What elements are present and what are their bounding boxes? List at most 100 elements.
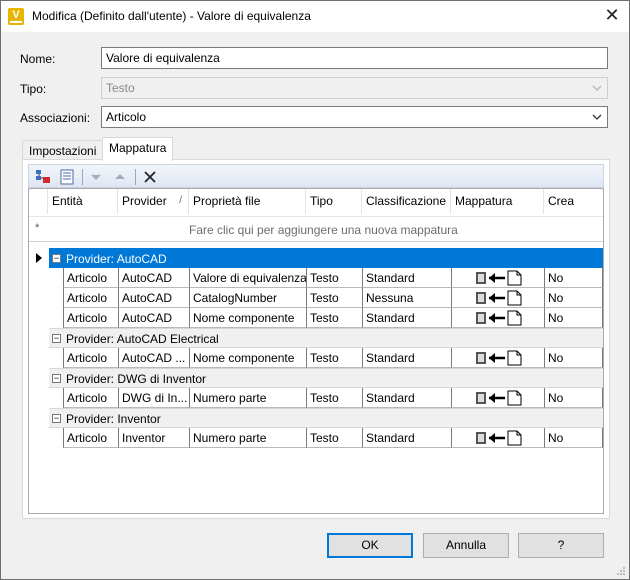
associations-value: Articolo [106, 110, 147, 124]
cell-provider: AutoCAD ... [118, 348, 189, 368]
ok-button[interactable]: OK [327, 533, 413, 558]
cell-classificazione: Nessuna [362, 288, 451, 308]
name-label: Nome: [20, 52, 56, 66]
cell-mappatura [451, 268, 544, 288]
cell-classificazione: Standard [362, 348, 451, 368]
mapping-toolbar [28, 164, 604, 188]
resize-grip-icon[interactable] [616, 566, 626, 576]
current-row-indicator-icon [36, 253, 42, 263]
table-row[interactable]: Articolo AutoCAD Nome componente Testo S… [63, 308, 603, 328]
cell-crea: No [544, 308, 603, 328]
close-icon[interactable]: ✕ [604, 6, 620, 24]
cell-provider: AutoCAD [118, 308, 189, 328]
delete-icon[interactable] [141, 168, 159, 186]
cell-mappatura [451, 348, 544, 368]
column-header-crea[interactable]: Crea [544, 189, 603, 214]
cell-proprieta-file: Nome componente [189, 348, 306, 368]
associations-dropdown[interactable]: Articolo [101, 106, 608, 128]
mapping-direction-icon [476, 390, 522, 406]
cell-entita: Articolo [63, 288, 118, 308]
new-mapping-row[interactable]: * Fare clic qui per aggiungere una nuova… [29, 216, 603, 242]
table-row[interactable]: Articolo AutoCAD Valore di equivalenza T… [63, 268, 603, 288]
help-button[interactable]: ? [518, 533, 604, 558]
collapse-icon[interactable]: − [52, 254, 61, 263]
group-header-inventor[interactable]: − Provider: Inventor [49, 408, 603, 428]
move-down-icon[interactable] [87, 168, 105, 186]
cell-crea: No [544, 268, 603, 288]
group-label: Provider: DWG di Inventor [66, 372, 207, 386]
new-row-hint: Fare clic qui per aggiungere una nuova m… [189, 223, 458, 237]
cell-provider: AutoCAD [118, 288, 189, 308]
sort-icon: / [179, 195, 182, 206]
column-header-provider[interactable]: Provider / [118, 189, 189, 214]
mapping-grid: Entità Provider / Proprietà file Tipo Cl… [28, 188, 604, 514]
new-mapping-icon[interactable] [34, 168, 52, 186]
group-header-autocad[interactable]: − Provider: AutoCAD [49, 248, 603, 268]
group-label: Provider: AutoCAD Electrical [66, 332, 219, 346]
column-header-tipo[interactable]: Tipo [306, 189, 362, 214]
table-row[interactable]: Articolo Inventor Numero parte Testo Sta… [63, 428, 603, 448]
cell-proprieta-file: Numero parte [189, 388, 306, 408]
cell-tipo: Testo [306, 348, 362, 368]
tab-mappatura[interactable]: Mappatura [102, 137, 174, 161]
column-header-mappatura[interactable]: Mappatura [451, 189, 544, 214]
group-header-autocad-electrical[interactable]: − Provider: AutoCAD Electrical [49, 328, 603, 348]
cell-classificazione: Standard [362, 428, 451, 448]
toolbar-separator [82, 169, 83, 185]
properties-icon[interactable] [58, 168, 76, 186]
cell-entita: Articolo [63, 428, 118, 448]
row-header-spacer [29, 189, 48, 214]
title-bar: V Modifica (Definito dall'utente) - Valo… [1, 1, 629, 32]
cell-proprieta-file: Numero parte [189, 428, 306, 448]
table-row[interactable]: Articolo AutoCAD CatalogNumber Testo Nes… [63, 288, 603, 308]
chevron-down-icon [592, 114, 602, 120]
name-field[interactable]: Valore di equivalenza [101, 47, 608, 69]
mapping-direction-icon [476, 430, 522, 446]
mapping-direction-icon [476, 350, 522, 366]
column-header-provider-label: Provider [122, 194, 167, 208]
cell-tipo: Testo [306, 388, 362, 408]
cell-crea: No [544, 428, 603, 448]
cell-entita: Articolo [63, 348, 118, 368]
group-label: Provider: Inventor [66, 412, 161, 426]
column-header-proprieta-file[interactable]: Proprietà file [189, 189, 306, 214]
type-label: Tipo: [20, 82, 47, 96]
cancel-button[interactable]: Annulla [423, 533, 509, 558]
cell-proprieta-file: Nome componente [189, 308, 306, 328]
cell-tipo: Testo [306, 268, 362, 288]
cell-crea: No [544, 388, 603, 408]
collapse-icon[interactable]: − [52, 374, 61, 383]
column-header-classificazione[interactable]: Classificazione [362, 189, 451, 214]
cell-tipo: Testo [306, 308, 362, 328]
cell-crea: No [544, 348, 603, 368]
cell-mappatura [451, 388, 544, 408]
mapping-direction-icon [476, 290, 522, 306]
app-icon: V [8, 8, 24, 25]
cell-classificazione: Standard [362, 308, 451, 328]
column-header-entita[interactable]: Entità [48, 189, 118, 214]
name-value: Valore di equivalenza [106, 51, 220, 65]
cell-mappatura [451, 308, 544, 328]
cell-proprieta-file: Valore di equivalenza [189, 268, 306, 288]
cell-entita: Articolo [63, 268, 118, 288]
cell-mappatura [451, 428, 544, 448]
collapse-icon[interactable]: − [52, 414, 61, 423]
cell-crea: No [544, 288, 603, 308]
cell-classificazione: Standard [362, 268, 451, 288]
mapping-direction-icon [476, 310, 522, 326]
chevron-down-icon [592, 85, 602, 91]
cell-classificazione: Standard [362, 388, 451, 408]
move-up-icon[interactable] [111, 168, 129, 186]
dialog-window: V Modifica (Definito dall'utente) - Valo… [0, 0, 630, 580]
cell-provider: Inventor [118, 428, 189, 448]
toolbar-separator [135, 169, 136, 185]
cell-provider: DWG di In... [118, 388, 189, 408]
cell-mappatura [451, 288, 544, 308]
table-row[interactable]: Articolo DWG di In... Numero parte Testo… [63, 388, 603, 408]
collapse-icon[interactable]: − [52, 334, 61, 343]
type-dropdown[interactable]: Testo [101, 77, 608, 99]
table-row[interactable]: Articolo AutoCAD ... Nome componente Tes… [63, 348, 603, 368]
new-row-marker: * [35, 222, 40, 234]
group-header-dwg-di-inventor[interactable]: − Provider: DWG di Inventor [49, 368, 603, 388]
tab-impostazioni[interactable]: Impostazioni [22, 140, 104, 161]
